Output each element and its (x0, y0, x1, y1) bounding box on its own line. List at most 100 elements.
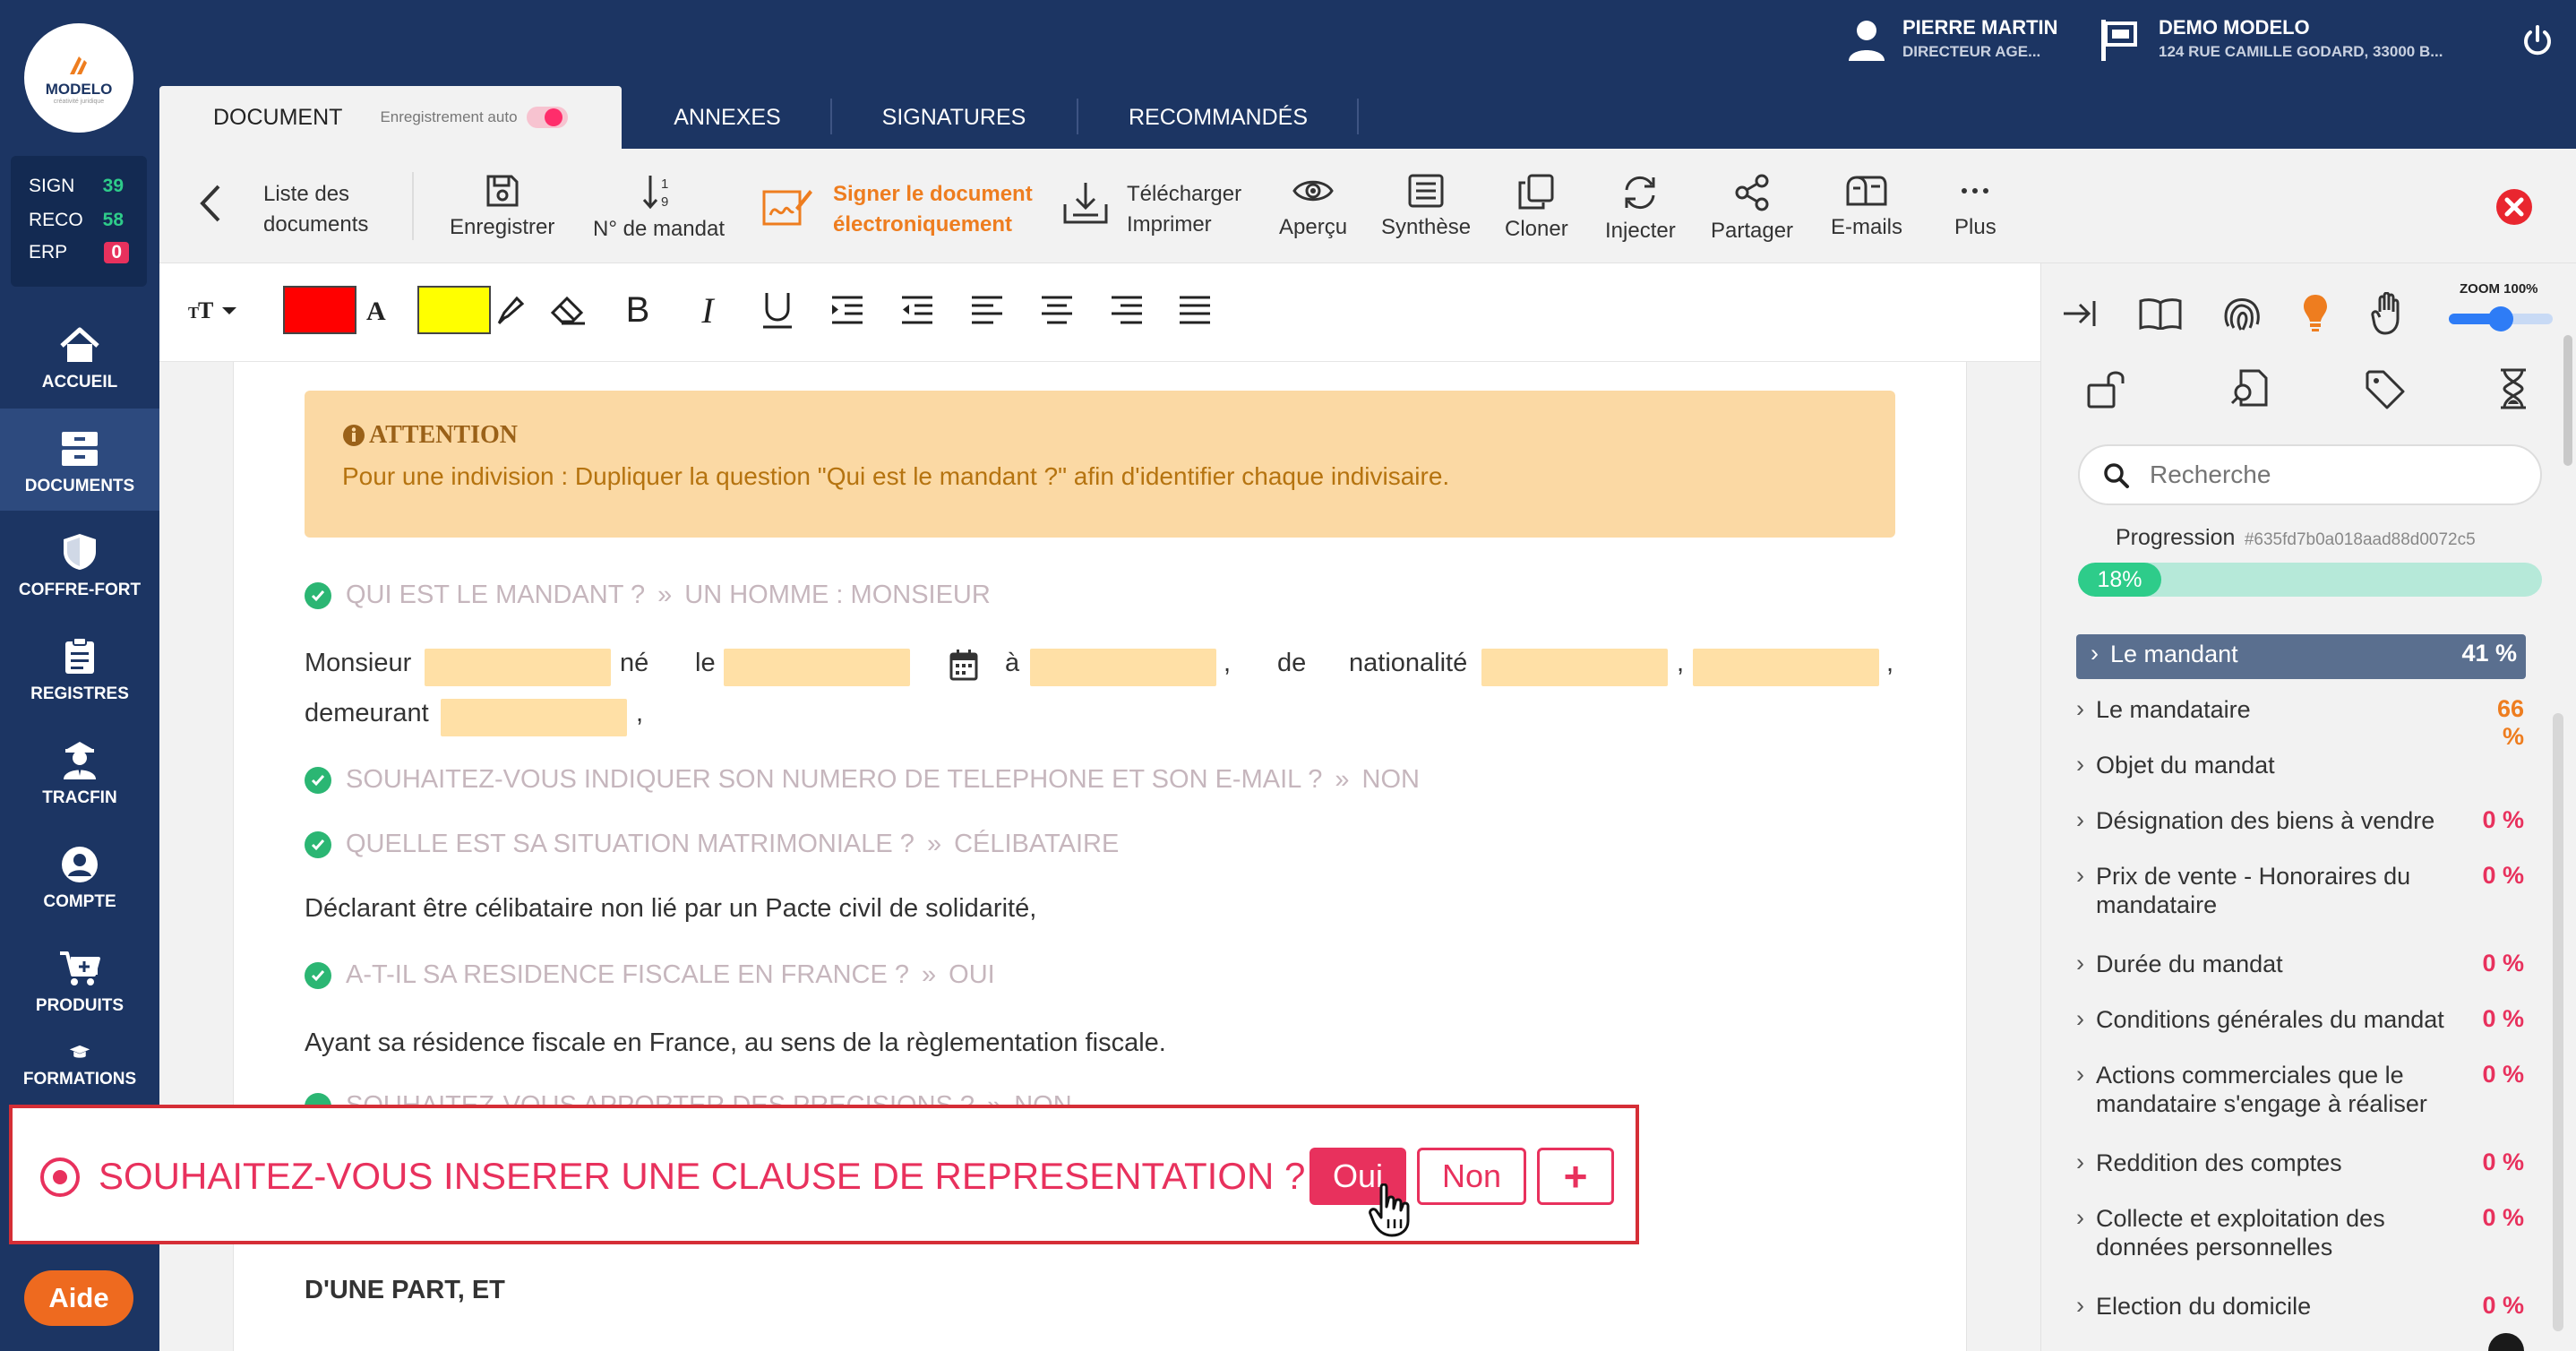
search-box[interactable] (2078, 444, 2542, 505)
calendar-icon[interactable] (949, 649, 978, 681)
text-color-icon[interactable]: A (362, 290, 392, 330)
save-button[interactable]: Enregistrer (450, 174, 554, 240)
fingerprint-icon[interactable] (2221, 294, 2263, 333)
font-size-dropdown[interactable]: TT (188, 290, 242, 330)
highlighted-question-callout: SOUHAITEZ-VOUS INSERER UNE CLAUSE DE REP… (9, 1105, 1639, 1244)
emails-button[interactable]: E-mails (1831, 174, 1902, 240)
tag-icon[interactable] (2365, 369, 2406, 410)
download-label[interactable]: Télécharger (1127, 179, 1241, 210)
nav-coffre-fort[interactable]: COFFRE-FORT (0, 512, 159, 615)
mandate-number-button[interactable]: 19 N° de mandat (593, 174, 725, 242)
field-birth-date[interactable] (724, 649, 910, 686)
indent-decrease-icon[interactable] (897, 290, 937, 330)
brand-logo[interactable]: MODELO créativité juridique (24, 23, 133, 133)
lightbulb-icon[interactable] (2300, 292, 2331, 333)
help-button[interactable]: Aide (24, 1270, 133, 1326)
nav-registres[interactable]: REGISTRES (0, 616, 159, 719)
question-row[interactable]: QUI EST LE MANDANT ? » UN HOMME : MONSIE… (305, 581, 991, 610)
nav-compte[interactable]: COMPTE (0, 824, 159, 926)
check-circle-icon (305, 766, 331, 794)
align-center-icon[interactable] (1037, 290, 1077, 330)
text-color-swatch[interactable] (283, 286, 356, 334)
tab-document[interactable]: DOCUMENT Enregistrement auto (159, 86, 622, 149)
collapse-panel-icon[interactable] (2062, 296, 2098, 331)
field-address[interactable] (441, 699, 627, 736)
agency-info[interactable]: DEMO MODELO 124 RUE CAMILLE GODARD, 3300… (2159, 16, 2443, 61)
check-circle-icon (305, 581, 331, 609)
align-left-icon[interactable] (967, 290, 1007, 330)
hourglass-icon[interactable] (2497, 367, 2529, 410)
zoom-slider-thumb[interactable] (2488, 306, 2513, 331)
section-item[interactable]: › Le mandataire 66 % (2076, 695, 2524, 751)
preview-button[interactable]: Aperçu (1279, 174, 1347, 240)
question-text: QUI EST LE MANDANT ? (346, 581, 646, 609)
indent-increase-icon[interactable] (828, 290, 867, 330)
nav-documents[interactable]: DOCUMENTS (0, 409, 159, 511)
sections-scrollbar[interactable] (2553, 713, 2563, 1331)
no-button[interactable]: Non (1417, 1148, 1526, 1205)
section-item[interactable]: › Reddition des comptes 0 % (2076, 1149, 2524, 1177)
tab-annexes[interactable]: ANNEXES (627, 86, 828, 149)
document-search-icon[interactable] (2230, 367, 2271, 409)
section-item[interactable]: › Collecte et exploitation des données pe… (2076, 1204, 2524, 1261)
clone-button[interactable]: Cloner (1505, 174, 1568, 242)
close-document-button[interactable] (2495, 188, 2533, 226)
section-percent: 0 % (2482, 1292, 2524, 1319)
section-item[interactable]: › Prix de vente - Honoraires du mandatair… (2076, 862, 2524, 919)
inject-button[interactable]: Injecter (1605, 174, 1676, 244)
nav-label: TRACFIN (42, 788, 117, 807)
chevron-left-icon[interactable] (199, 183, 222, 224)
section-item[interactable]: › Objet du mandat (2076, 751, 2524, 779)
paragraph-residence-fiscale: Ayant sa résidence fiscale en France, au… (305, 1028, 1166, 1057)
autosave-toggle[interactable] (526, 107, 568, 128)
hand-stop-icon[interactable] (2370, 292, 2408, 335)
question-row[interactable]: A-T-IL SA RESIDENCE FISCALE EN FRANCE ? … (305, 960, 995, 990)
section-item[interactable]: › Durée du mandat 0 % (2076, 950, 2524, 978)
more-button[interactable]: Plus (1954, 174, 1996, 240)
nav-formations[interactable]: FORMATIONS (0, 1032, 159, 1104)
field-birth-place[interactable] (1030, 649, 1216, 686)
underline-icon[interactable] (758, 290, 797, 330)
question-answer: NON (1361, 765, 1420, 794)
section-item[interactable]: › Le mandant 41 % (2091, 640, 2517, 668)
highlighter-icon[interactable] (494, 290, 527, 330)
counter-sign[interactable]: SIGN 39 (29, 176, 124, 197)
synthesis-button[interactable]: Synthèse (1381, 174, 1471, 240)
eraser-icon[interactable] (548, 290, 588, 330)
section-item[interactable]: › Actions commerciales que le mandataire … (2076, 1061, 2524, 1118)
section-item[interactable]: › Désignation des biens à vendre 0 % (2076, 806, 2524, 835)
align-right-icon[interactable] (1107, 290, 1146, 330)
power-icon[interactable] (2522, 25, 2553, 57)
counter-erp[interactable]: ERP 0 (29, 242, 129, 263)
field-nationality[interactable] (1481, 649, 1668, 686)
question-row[interactable]: QUELLE EST SA SITUATION MATRIMONIALE ? »… (305, 830, 1119, 859)
align-justify-icon[interactable] (1175, 290, 1215, 330)
section-item[interactable]: › Conditions générales du mandat 0 % (2076, 1005, 2524, 1034)
text-monsieur: Monsieur (305, 649, 412, 677)
field-mandant-name[interactable] (425, 649, 611, 686)
highlight-color-swatch[interactable] (417, 286, 491, 334)
user-avatar-icon[interactable] (1847, 18, 1886, 63)
nav-produits[interactable]: PRODUITS (0, 928, 159, 1030)
question-row[interactable]: SOUHAITEZ-VOUS INDIQUER SON NUMERO DE TE… (305, 765, 1420, 795)
section-item[interactable]: › Election du domicile 0 % (2076, 1292, 2524, 1321)
print-label[interactable]: Imprimer (1127, 210, 1241, 240)
user-info[interactable]: PIERRE MARTIN DIRECTEUR AGE... (1902, 16, 2058, 61)
agency-flag-icon[interactable] (2099, 20, 2137, 61)
zoom-slider[interactable] (2449, 306, 2553, 331)
field-profession[interactable] (1693, 649, 1879, 686)
share-button[interactable]: Partager (1711, 174, 1793, 244)
nav-tracfin[interactable]: TRACFIN (0, 720, 159, 822)
nav-accueil[interactable]: ACCUEIL (0, 305, 159, 407)
back-to-list-button[interactable]: Liste des documents (263, 179, 368, 240)
bold-icon[interactable]: B (620, 290, 656, 330)
add-button[interactable]: + (1537, 1148, 1614, 1205)
book-icon[interactable] (2139, 296, 2182, 331)
italic-icon[interactable]: I (690, 290, 726, 331)
tab-signatures[interactable]: SIGNATURES (833, 86, 1075, 149)
tab-recommandes[interactable]: RECOMMANDÉS (1079, 86, 1357, 149)
counter-reco[interactable]: RECO 58 (29, 210, 124, 231)
unlock-icon[interactable] (2087, 369, 2135, 409)
panel-scrollbar-top[interactable] (2563, 335, 2572, 466)
search-input[interactable] (2150, 457, 2526, 493)
